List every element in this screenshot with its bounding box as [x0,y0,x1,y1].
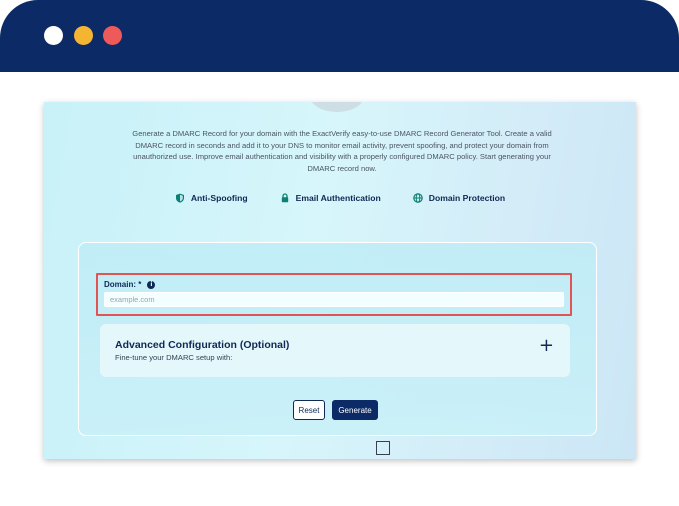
feature-domain-protection: Domain Protection [412,193,506,203]
window-minimize-dot[interactable] [74,26,93,45]
feature-list: Anti-Spoofing Email Authentication Domai… [44,193,636,203]
intro-description: Generate a DMARC Record for your domain … [132,129,552,173]
domain-label-text: Domain: * [104,280,142,289]
info-icon[interactable]: i [147,280,156,289]
advanced-configuration-subtitle: Fine-tune your DMARC setup with: [115,353,233,362]
lock-icon [281,193,288,203]
reset-button[interactable]: Reset [293,400,325,420]
dmarc-form-card: Domain: * i Advanced Configuration (Opti… [78,242,597,436]
feature-label: Email Authentication [295,193,381,203]
feature-anti-spoofing: Anti-Spoofing [175,193,248,203]
window-close-dot[interactable] [44,26,63,45]
domain-input[interactable] [104,292,564,307]
decorative-blob [310,102,364,112]
browser-window-chrome [0,0,679,72]
dmarc-generator-panel: Generate a DMARC Record for your domain … [44,102,636,459]
feature-label: Anti-Spoofing [190,193,248,203]
advanced-configuration-title: Advanced Configuration (Optional) [115,339,290,351]
feature-label: Domain Protection [428,193,506,203]
globe-icon [412,193,423,203]
square-outline-icon [376,441,390,455]
advanced-configuration-accordion[interactable]: Advanced Configuration (Optional) Fine-t… [100,324,570,377]
window-maximize-dot[interactable] [103,26,122,45]
shield-icon [175,193,184,203]
domain-field-group: Domain: * i [96,273,572,316]
feature-email-authentication: Email Authentication [280,193,381,203]
generate-button[interactable]: Generate [332,400,378,420]
domain-label: Domain: * i [104,280,156,289]
expand-plus-icon[interactable]: + [539,336,554,356]
